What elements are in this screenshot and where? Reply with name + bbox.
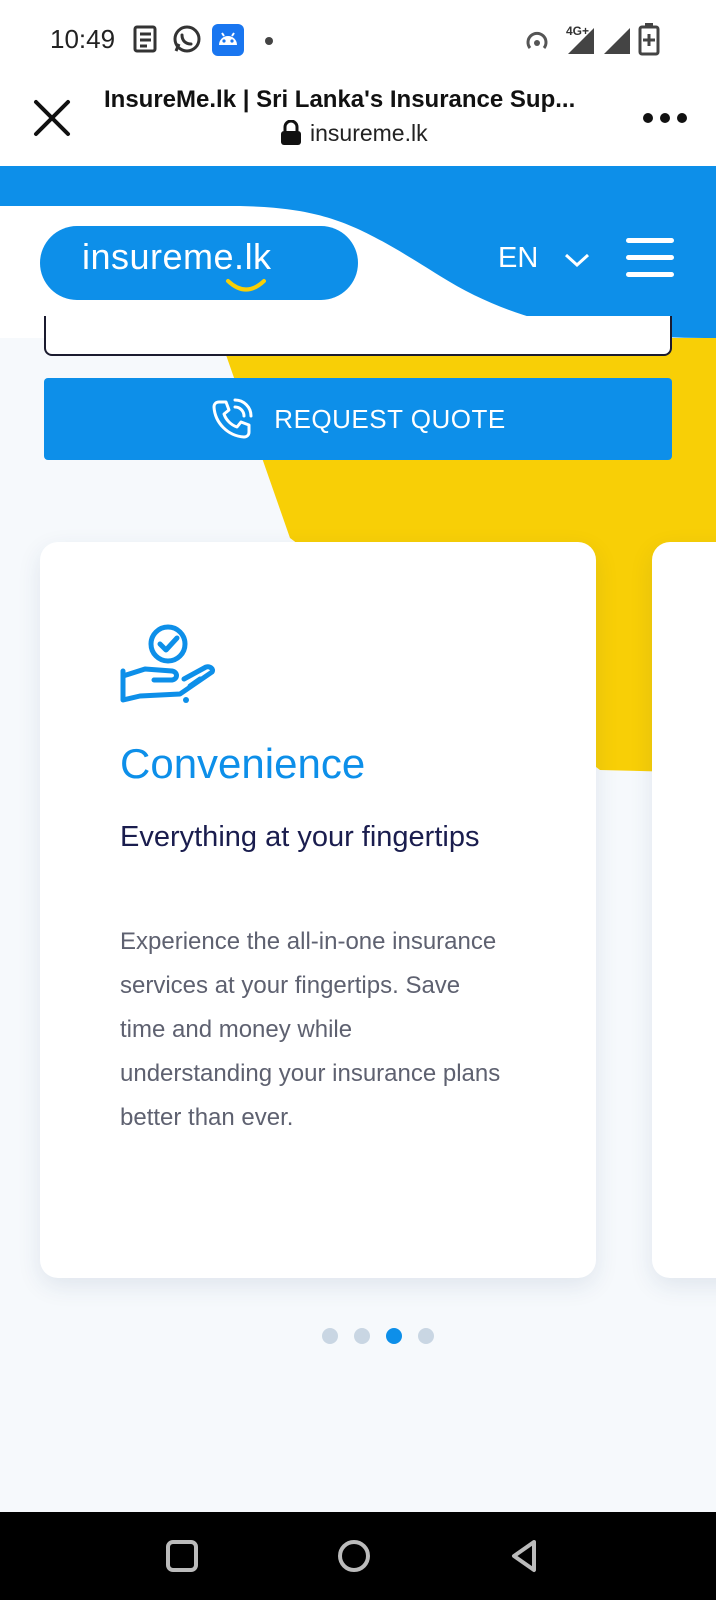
url-text: insureme.lk [310,119,428,146]
recents-icon[interactable] [160,1534,204,1578]
system-nav-bar [0,1512,716,1600]
carousel-dot[interactable] [354,1328,370,1344]
android-icon [212,24,244,56]
back-icon[interactable] [502,1534,546,1578]
language-selector[interactable]: EN [498,242,538,275]
hotspot-icon [526,31,548,49]
request-quote-button[interactable]: REQUEST QUOTE [44,378,672,460]
news-icon [133,25,157,53]
request-quote-label: REQUEST QUOTE [274,403,506,434]
more-icon[interactable] [640,108,690,128]
home-icon[interactable] [332,1534,376,1578]
form-input-field[interactable] [44,316,672,356]
browser-toolbar: InsureMe.lk | Sri Lanka's Insurance Sup.… [0,84,716,166]
carousel-dot[interactable] [386,1328,402,1344]
whatsapp-icon [173,25,201,53]
phone-call-icon [212,398,253,439]
dot-icon [265,37,273,45]
signal-icon [604,28,630,54]
page-title: InsureMe.lk | Sri Lanka's Insurance Sup.… [104,86,576,113]
web-content: insureme.lk EN REQUEST QUOTE Convenience… [0,166,716,1512]
close-icon[interactable] [28,94,76,142]
carousel-dot[interactable] [322,1328,338,1344]
card-subtitle: Everything at your fingertips [120,821,480,853]
hamburger-icon[interactable] [626,238,676,278]
url-bar[interactable]: insureme.lk [280,118,428,148]
chevron-down-icon[interactable] [564,252,590,268]
logo-smile [226,279,266,292]
card-body: Experience the all-in-one insurance serv… [120,928,501,1131]
status-bar: 10:49 4G+ [0,0,716,84]
carousel-dot[interactable] [418,1328,434,1344]
logo-text: insureme.lk [82,236,272,277]
hand-check-icon [120,624,215,703]
carousel-dots [322,1328,434,1344]
status-time: 10:49 [50,24,116,54]
signal-icon [568,28,594,54]
card-title: Convenience [120,740,366,787]
lock-icon [281,120,301,145]
feature-card: Convenience Everything at your fingertip… [40,542,596,1278]
site-logo[interactable]: insureme.lk [40,226,358,300]
next-feature-card[interactable] [652,542,716,1278]
battery-charging-icon [638,23,660,56]
